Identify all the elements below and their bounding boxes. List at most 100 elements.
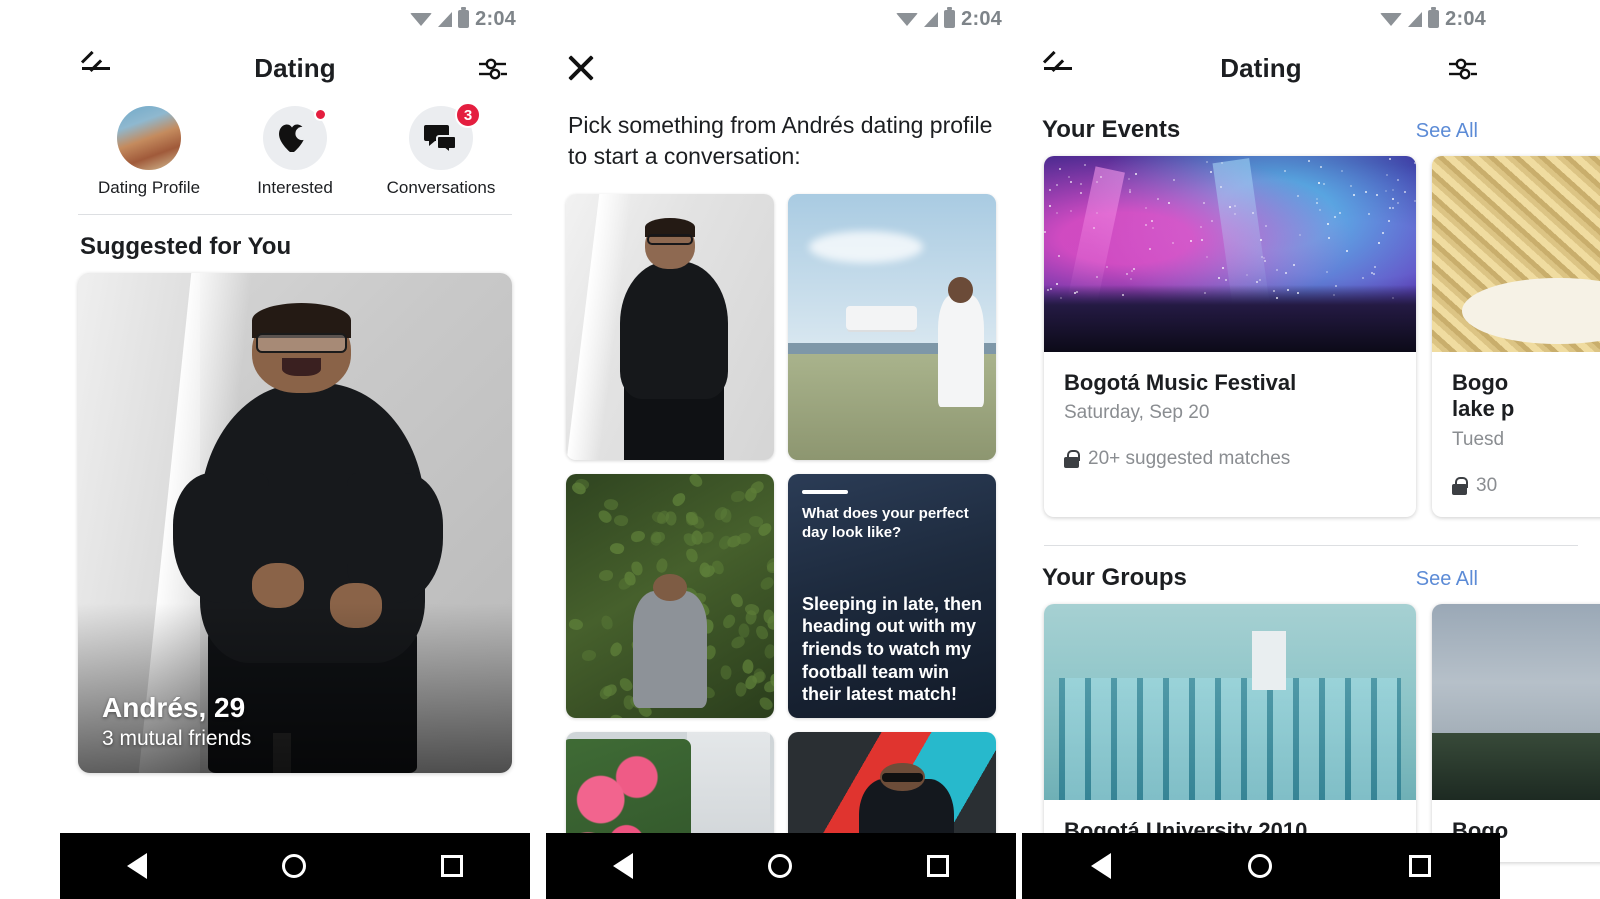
avatar <box>117 106 181 170</box>
see-all-groups-link[interactable]: See All <box>1416 568 1478 591</box>
photo-man-stool[interactable] <box>566 194 774 460</box>
group-card[interactable]: Bogo <box>1432 604 1600 862</box>
lock-icon <box>1064 450 1079 468</box>
see-all-events-link[interactable]: See All <box>1416 120 1478 143</box>
light-dot <box>1204 292 1206 294</box>
light-dot <box>1341 170 1343 172</box>
event-card[interactable]: Bogotá Music Festival Saturday, Sep 20 2… <box>1044 156 1416 517</box>
phone-screen-events-and-groups: 2:04 Dating Your Events See All Bogotá M… <box>1022 0 1600 899</box>
leaf-shape <box>762 643 774 660</box>
light-dot <box>1058 255 1060 257</box>
leaf-shape <box>699 531 715 545</box>
leaf-shape <box>720 613 738 631</box>
light-dot <box>1327 223 1329 225</box>
light-dot <box>1328 237 1330 239</box>
profile-mutual-friends: 3 mutual friends <box>102 727 251 751</box>
sidebar-item-conversations[interactable]: 3 Conversations <box>368 106 514 198</box>
nav-home-icon[interactable] <box>282 854 306 878</box>
leaf-shape <box>767 562 774 573</box>
wifi-icon <box>1380 13 1402 26</box>
groups-carousel[interactable]: Bogotá University 2010 Bogo <box>1022 604 1600 862</box>
shortcut-label: Dating Profile <box>98 178 200 198</box>
leaf-shape <box>651 532 666 544</box>
profile-prompt-card[interactable]: What does your perfect day look like? Sl… <box>788 474 996 718</box>
app-bar <box>546 38 1016 98</box>
leaf-shape <box>599 570 614 582</box>
double-heart-icon <box>263 106 327 170</box>
prompt-question: What does your perfect day look like? <box>802 504 982 542</box>
light-dot <box>1389 207 1391 209</box>
light-dot <box>1392 297 1394 299</box>
leaf-shape <box>720 508 733 523</box>
event-card[interactable]: Bogo lake p Tuesd 30 <box>1432 156 1600 517</box>
light-dot <box>1050 288 1052 290</box>
light-dot <box>1126 273 1128 275</box>
profile-caption: Andrés, 29 3 mutual friends <box>102 691 251 751</box>
light-dot <box>1200 226 1202 228</box>
group-image <box>1044 604 1416 800</box>
light-dot <box>1211 220 1213 222</box>
light-dot <box>1221 162 1223 164</box>
light-dot <box>1151 220 1153 222</box>
battery-icon <box>458 10 469 28</box>
leaf-shape <box>730 592 745 609</box>
page-title: Dating <box>1022 53 1500 84</box>
battery-icon <box>1428 10 1439 28</box>
nav-recents-icon[interactable] <box>1409 855 1431 877</box>
photo-green-wall[interactable] <box>566 474 774 718</box>
light-dot <box>1284 170 1286 172</box>
light-dot <box>1368 213 1370 215</box>
phone-screen-dating-home: 2:04 Dating Dating Profile Interested 3 … <box>60 0 530 899</box>
light-dot <box>1068 176 1070 178</box>
light-dot <box>1225 279 1227 281</box>
android-nav-bar <box>546 833 1016 899</box>
group-card[interactable]: Bogotá University 2010 <box>1044 604 1416 862</box>
light-dot <box>1056 212 1058 214</box>
nav-back-icon[interactable] <box>127 853 147 879</box>
light-dot <box>1076 291 1078 293</box>
leaf-shape <box>670 491 688 508</box>
nav-back-icon[interactable] <box>1091 853 1111 879</box>
section-title: Your Events <box>1042 116 1180 144</box>
leaf-shape <box>720 665 733 680</box>
close-icon[interactable] <box>566 53 596 83</box>
light-dot <box>1168 202 1170 204</box>
events-carousel[interactable]: Bogotá Music Festival Saturday, Sep 20 2… <box>1022 156 1600 517</box>
nav-home-icon[interactable] <box>1248 854 1272 878</box>
light-dot <box>1392 189 1394 191</box>
status-bar: 2:04 <box>60 0 530 38</box>
page-title: Dating <box>60 53 530 84</box>
nav-back-icon[interactable] <box>613 853 633 879</box>
leaf-shape <box>630 531 645 543</box>
back-arrow-icon[interactable] <box>1042 53 1076 83</box>
section-title: Your Groups <box>1042 564 1187 592</box>
lock-icon <box>1452 477 1467 495</box>
leaf-shape <box>664 511 677 526</box>
unread-count-badge: 3 <box>455 102 481 128</box>
filter-icon[interactable] <box>1446 53 1480 83</box>
status-bar: 2:04 <box>1022 0 1600 38</box>
sidebar-item-dating-profile[interactable]: Dating Profile <box>76 106 222 198</box>
photo-drone-coast[interactable] <box>788 194 996 460</box>
status-time: 2:04 <box>475 8 516 31</box>
light-dot <box>1234 213 1236 215</box>
event-title: Bogo <box>1452 370 1600 396</box>
filter-icon[interactable] <box>476 53 510 83</box>
nav-recents-icon[interactable] <box>927 855 949 877</box>
wifi-icon <box>410 13 432 26</box>
nav-recents-icon[interactable] <box>441 855 463 877</box>
sidebar-item-interested[interactable]: Interested <box>222 106 368 198</box>
light-dot <box>1152 227 1154 229</box>
back-arrow-icon[interactable] <box>80 53 114 83</box>
suggested-profile-card[interactable]: Andrés, 29 3 mutual friends <box>78 273 512 773</box>
light-dot <box>1386 174 1388 176</box>
light-dot <box>1297 195 1299 197</box>
leaf-shape <box>567 617 584 632</box>
leaf-shape <box>730 490 744 502</box>
light-dot <box>1382 232 1384 234</box>
light-dot <box>1397 202 1399 204</box>
nav-home-icon[interactable] <box>768 854 792 878</box>
light-dot <box>1308 160 1310 162</box>
signal-icon <box>924 12 938 27</box>
light-dot <box>1350 185 1352 187</box>
